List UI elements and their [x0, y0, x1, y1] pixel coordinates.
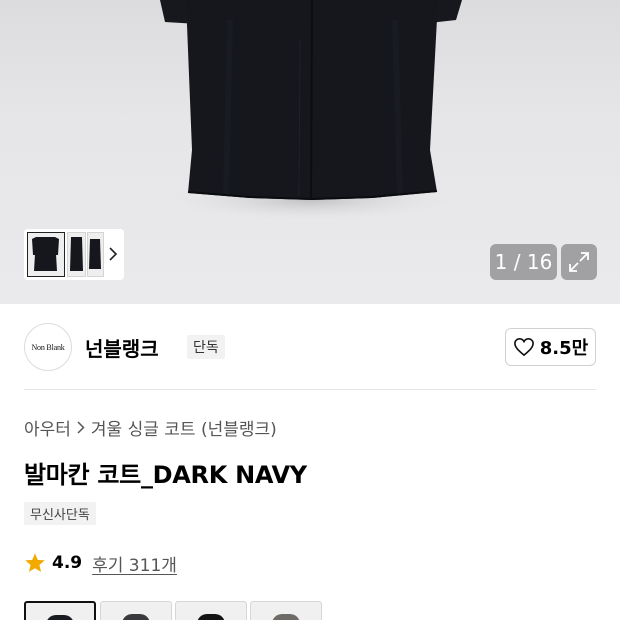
- thumbnail-strip[interactable]: [24, 229, 124, 280]
- star-icon: [25, 553, 45, 572]
- chevron-right-icon[interactable]: [106, 242, 120, 266]
- product-title: 발마칸 코트_DARK NAVY: [24, 461, 307, 489]
- breadcrumb-item-outer[interactable]: 아우터: [24, 415, 71, 440]
- product-image-gallery[interactable]: 1 / 16: [0, 0, 620, 304]
- color-option-grey[interactable]: [250, 601, 322, 620]
- brand-name[interactable]: 넌블랭크: [85, 333, 159, 362]
- like-button[interactable]: 8.5만: [505, 328, 596, 366]
- like-count: 8.5만: [539, 338, 589, 359]
- thumbnail-coat-back[interactable]: [87, 232, 104, 277]
- image-counter: 1 / 16: [490, 244, 557, 280]
- rating-row: 4.9 후기 311개: [24, 550, 177, 576]
- brand-exclusive-tag: 단독: [187, 335, 225, 359]
- color-option-black[interactable]: [175, 601, 247, 620]
- chevron-right-icon: [77, 421, 85, 434]
- divider: [24, 389, 596, 390]
- heart-icon: [513, 337, 534, 357]
- thumbnail-coat-front[interactable]: [27, 232, 65, 277]
- breadcrumb-item-category[interactable]: 겨울 싱글 코트 (넌블랭크): [91, 415, 277, 440]
- thumbnail-coat-side[interactable]: [67, 232, 86, 277]
- review-link[interactable]: 후기 311개: [92, 551, 177, 576]
- brand-row: Non Blank 넌블랭크 단독 8.5만: [24, 322, 596, 372]
- brand-logo[interactable]: Non Blank: [24, 323, 72, 371]
- breadcrumb: 아우터 겨울 싱글 코트 (넌블랭크): [24, 415, 277, 440]
- exclusive-badge: 무신사단독: [24, 502, 96, 525]
- color-option-charcoal[interactable]: [100, 601, 172, 620]
- rating-value: 4.9: [52, 553, 83, 573]
- color-option-dark-navy[interactable]: [24, 601, 96, 620]
- expand-icon[interactable]: [561, 244, 597, 280]
